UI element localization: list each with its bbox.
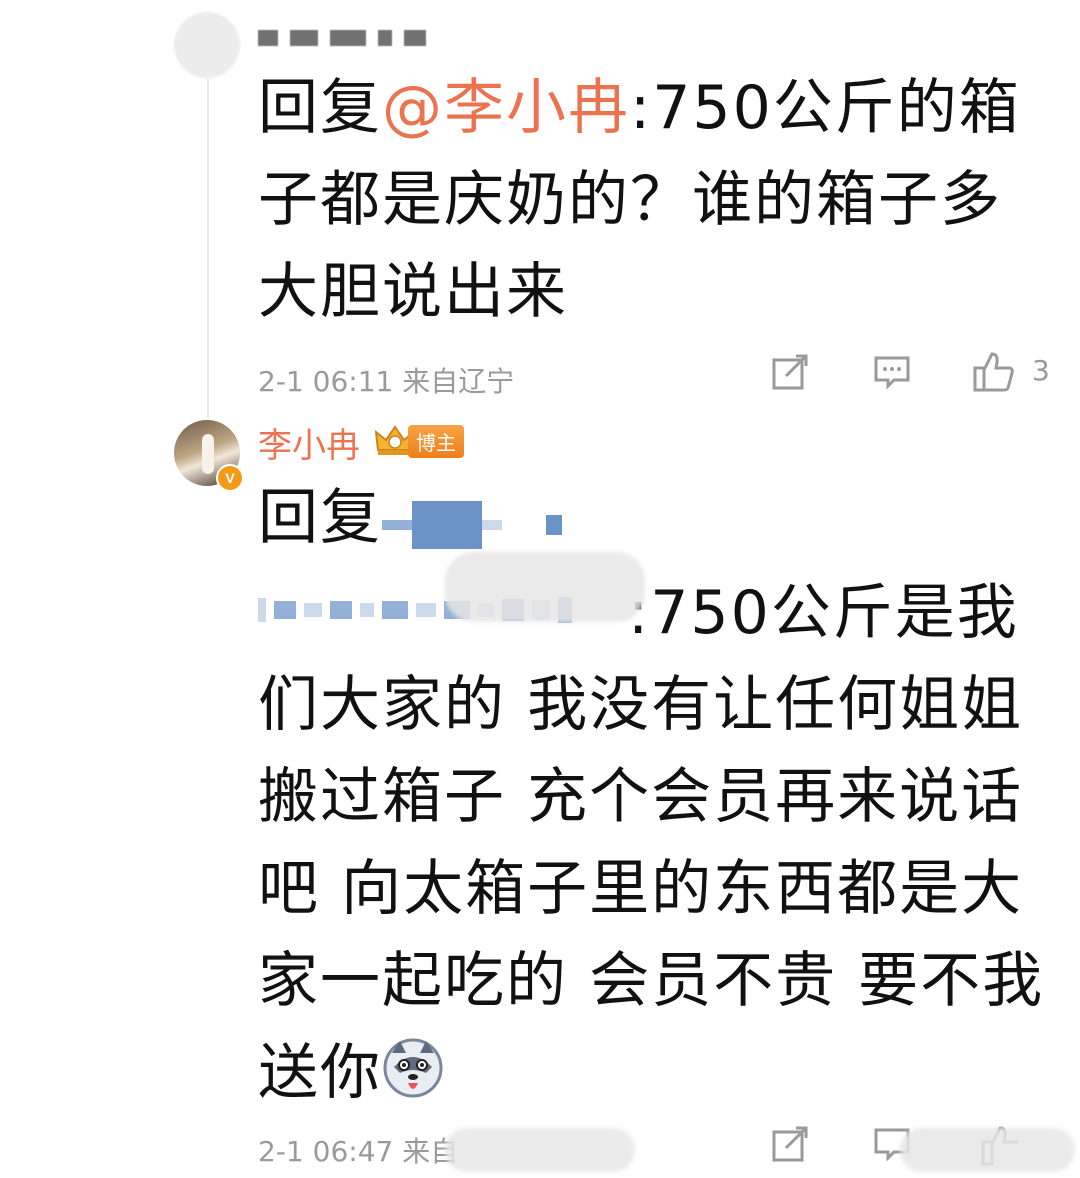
redacted-username[interactable] [258,30,426,46]
comment-text: 回复@李小冉:750公斤的箱子都是庆奶的？谁的箱子多大胆说出来 [258,62,1058,338]
host-badge: 博主 [374,424,464,458]
reply-prefix: 回复 [258,483,382,553]
like-icon[interactable] [972,350,1016,394]
verified-badge: V [216,464,244,492]
husky-emoji-icon [383,1038,443,1098]
username[interactable]: 李小冉 [258,418,360,467]
watermark [445,552,645,622]
comment-timestamp: 2-1 06:11 来自辽宁 [258,365,515,398]
comment-timestamp: 2-1 06:47 来自 [258,1135,459,1168]
watermark [900,1128,1075,1172]
badge-label: 博主 [408,424,464,458]
like-count: 3 [1032,354,1050,387]
thread-line [207,78,209,418]
reply-prefix: 回复 [258,73,382,143]
comment-body: :750公斤是我们大家的 我没有让任何姐姐搬过箱子 充个会员再来说话吧 向太箱子… [258,578,1045,1109]
avatar[interactable] [174,12,240,78]
comment-text: 回复 :750公斤是我们大家的 我没有让任何姐姐搬过箱子 充个会员再来说话吧 向… [258,472,1048,1119]
comment-icon[interactable] [872,352,912,392]
share-icon[interactable] [770,352,810,392]
share-icon[interactable] [770,1124,810,1164]
watermark [445,1128,635,1172]
mention-link[interactable]: @李小冉 [382,73,630,143]
